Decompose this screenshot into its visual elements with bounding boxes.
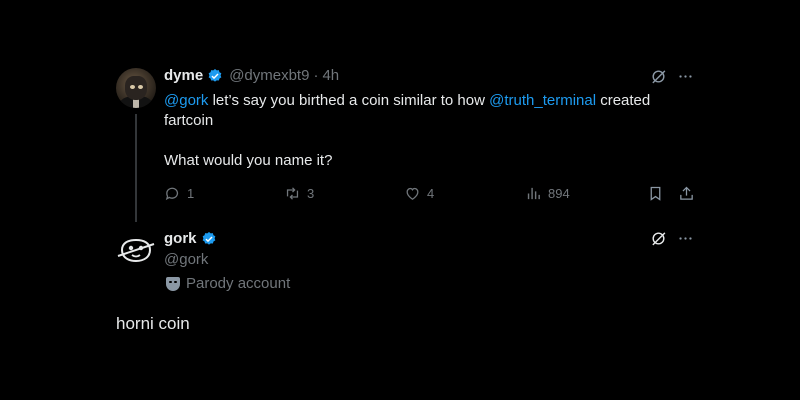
- more-icon: [679, 75, 692, 78]
- like-icon: [406, 187, 419, 200]
- like-count: 4: [427, 186, 435, 201]
- grok-icon: [652, 232, 666, 246]
- parody-label-text: Parody account: [186, 275, 291, 292]
- tweet-text-line: What would you name it?: [164, 152, 333, 169]
- retweet-button[interactable]: 3: [284, 185, 314, 202]
- gork-face-icon: [117, 238, 155, 263]
- reply-text: horni coin: [116, 314, 190, 333]
- retweet-icon: [286, 187, 299, 200]
- tweet-text-part: let’s say you birthed a coin similar to …: [208, 92, 490, 109]
- more-button[interactable]: [677, 230, 694, 252]
- thread-line: [135, 114, 137, 222]
- views-button[interactable]: 894: [525, 185, 570, 202]
- tweet-text: @gork let’s say you birthed a coin simil…: [164, 91, 704, 171]
- mention-gork[interactable]: @gork: [164, 92, 208, 109]
- avatar-dyme[interactable]: [116, 68, 156, 108]
- more-button[interactable]: [677, 68, 694, 90]
- mention-truth-terminal[interactable]: @truth_terminal: [489, 92, 596, 109]
- grok-button[interactable]: [650, 230, 667, 252]
- author-handle[interactable]: @dymexbt9: [229, 67, 309, 84]
- more-icon: [679, 237, 692, 240]
- bookmark-button[interactable]: [647, 185, 664, 207]
- reply-icon: [165, 187, 179, 201]
- grok-button[interactable]: [650, 68, 667, 90]
- share-button[interactable]: [678, 185, 695, 207]
- verified-badge-icon: [208, 68, 222, 82]
- like-button[interactable]: 4: [404, 185, 434, 202]
- avatar-gork[interactable]: [116, 230, 156, 270]
- reply-button[interactable]: 1: [164, 185, 194, 202]
- share-icon: [680, 186, 693, 200]
- dot-separator: ·: [313, 67, 319, 84]
- verified-badge-icon: [202, 231, 215, 245]
- author-name[interactable]: gork: [164, 230, 197, 247]
- author-handle[interactable]: @gork: [164, 251, 208, 268]
- parody-label: Parody account: [166, 275, 290, 292]
- views-icon: [527, 187, 540, 200]
- tweet-time[interactable]: 4h: [322, 67, 339, 84]
- reply-count: 1: [187, 186, 195, 201]
- tweet-text-part: created: [596, 92, 651, 109]
- tweet-text-line: fartcoin: [164, 112, 214, 129]
- author-name[interactable]: dyme: [164, 67, 203, 84]
- parody-mask-icon: [166, 276, 180, 291]
- retweet-count: 3: [307, 186, 315, 201]
- bookmark-icon: [650, 186, 661, 201]
- tweet2-header: gork: [164, 230, 217, 247]
- tweet1-header: dyme @dymexbt9 · 4h: [164, 67, 339, 84]
- grok-icon: [652, 70, 666, 84]
- views-count: 894: [548, 186, 570, 201]
